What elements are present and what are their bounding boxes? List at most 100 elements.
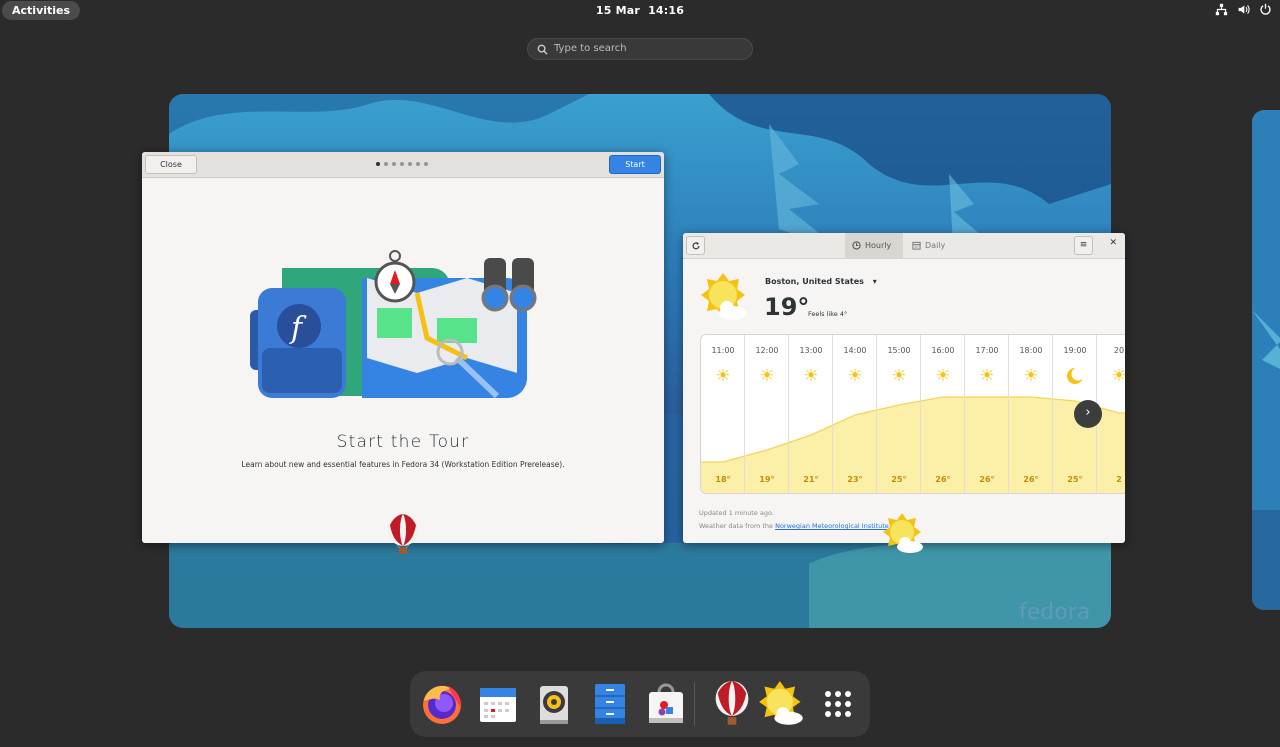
calendar-icon[interactable]: [474, 680, 522, 728]
sun-icon: ☀: [1097, 365, 1125, 387]
current-temperature: 19°: [764, 293, 810, 321]
firefox-icon[interactable]: [418, 680, 466, 728]
clock-icon: [852, 241, 861, 250]
tab-daily[interactable]: Daily: [905, 233, 963, 259]
hour-column: 15:00 ☀ 25°: [877, 335, 921, 493]
page-dot[interactable]: [384, 162, 388, 166]
clock[interactable]: 15 Mar 14:16: [0, 4, 1280, 17]
next-workspace-wallpaper: [1252, 110, 1280, 610]
hour-column: 12:00 ☀ 19°: [745, 335, 789, 493]
hour-temp: 25°: [891, 475, 907, 484]
system-menu[interactable]: [1215, 3, 1272, 16]
weather-headerbar: Hourly Daily ≡ ✕: [683, 233, 1125, 259]
software-icon[interactable]: [642, 680, 690, 728]
page-dot[interactable]: [392, 162, 396, 166]
moon-icon: [1053, 365, 1097, 391]
volume-icon: [1238, 5, 1250, 14]
sun-icon: ☀: [803, 366, 819, 386]
tour-balloon-icon[interactable]: [702, 680, 750, 728]
sun-icon: ☀: [935, 366, 951, 386]
top-bar: Activities 15 Mar 14:16: [0, 0, 1280, 22]
hour-time: 18:00: [1019, 346, 1043, 355]
close-button[interactable]: Close: [145, 155, 197, 174]
location-selector[interactable]: Boston, United States ▾: [765, 277, 877, 286]
hamburger-icon: ≡: [1079, 240, 1088, 250]
chevron-down-icon: ▾: [872, 277, 877, 286]
tour-title: Start the Tour: [336, 432, 470, 452]
sun-icon: ☀: [979, 366, 995, 386]
source-link[interactable]: Norwegian Meteorological Institute: [775, 522, 889, 530]
files-icon[interactable]: [586, 680, 634, 728]
next-workspace-thumbnail[interactable]: [1252, 110, 1280, 610]
forecast-next-button[interactable]: ›: [1074, 400, 1102, 428]
hour-column: 18:00 ☀ 26°: [1009, 335, 1053, 493]
source-prefix: Weather data from the: [699, 522, 774, 530]
app-grid-icon[interactable]: [814, 680, 862, 728]
feels-like: Feels like 4°: [808, 310, 848, 318]
source-attribution: Weather data from the Norwegian Meteorol…: [699, 522, 889, 530]
page-indicator: [376, 162, 428, 166]
search-placeholder: Type to search: [554, 43, 627, 54]
clock-date: 15 Mar: [595, 4, 641, 17]
page-dot[interactable]: [424, 162, 428, 166]
rhythmbox-icon[interactable]: [530, 680, 578, 728]
updated-text: Updated 1 minute ago.: [699, 509, 774, 517]
weather-app-icon: [883, 513, 923, 553]
tour-illustration: f: [250, 250, 537, 399]
dash-separator: [694, 682, 695, 726]
hour-time: 17:00: [975, 346, 999, 355]
sun-icon: ☀: [1023, 366, 1039, 386]
dash: [410, 671, 870, 737]
hour-temp: 26°: [1023, 475, 1039, 484]
hour-temp: 18°: [715, 475, 731, 484]
search-input[interactable]: Type to search: [527, 38, 753, 60]
weather-window[interactable]: Hourly Daily ≡ ✕ Boston, United States ▾…: [683, 233, 1125, 543]
close-window-button[interactable]: ✕: [1109, 238, 1117, 248]
hour-temp: 23°: [847, 475, 863, 484]
hour-time: 20: [1113, 346, 1125, 355]
calendar-icon: [912, 241, 921, 250]
hour-temp: 21°: [803, 475, 819, 484]
page-dot[interactable]: [376, 162, 380, 166]
page-dot[interactable]: [416, 162, 420, 166]
hour-time: 11:00: [711, 346, 735, 355]
hour-time: 16:00: [931, 346, 955, 355]
weather-condition-icon: [701, 273, 747, 320]
hour-time: 14:00: [843, 346, 867, 355]
tour-window[interactable]: Close Start f Start the Tour Learn about…: [142, 152, 664, 543]
hour-temp: 25°: [1067, 475, 1083, 484]
hour-column: 17:00 ☀ 26°: [965, 335, 1009, 493]
close-icon: ✕: [1109, 238, 1117, 248]
tab-hourly[interactable]: Hourly: [845, 233, 903, 259]
network-icon: [1215, 3, 1228, 16]
sun-icon: ☀: [715, 366, 731, 386]
refresh-button[interactable]: [686, 236, 705, 255]
hour-temp: 2: [1116, 475, 1122, 484]
sun-icon: ☀: [759, 366, 775, 386]
page-dot[interactable]: [408, 162, 412, 166]
hour-column: 11:00 ☀ 18°: [701, 335, 745, 493]
hour-time: 15:00: [887, 346, 911, 355]
hour-column: 16:00 ☀ 26°: [921, 335, 965, 493]
fedora-watermark: fedora: [1019, 600, 1090, 625]
page-dot[interactable]: [400, 162, 404, 166]
tab-hourly-label: Hourly: [865, 241, 892, 250]
hour-temp: 19°: [759, 475, 775, 484]
hourly-forecast[interactable]: 11:00 ☀ 18° 12:00 ☀ 19° 13:00 ☀ 21° 14:00 ☀ 23° …: [700, 334, 1125, 494]
refresh-icon: [692, 241, 700, 250]
search-icon: [537, 44, 548, 55]
clock-time: 14:16: [648, 4, 685, 17]
hour-time: 19:00: [1063, 346, 1087, 355]
hour-time: 13:00: [799, 346, 823, 355]
tab-daily-label: Daily: [925, 241, 946, 250]
weather-icon[interactable]: [758, 680, 806, 728]
hour-temp: 26°: [935, 475, 951, 484]
power-icon: [1260, 3, 1271, 15]
tour-headerbar: Close Start: [142, 152, 664, 178]
hour-column: 14:00 ☀ 23°: [833, 335, 877, 493]
menu-button[interactable]: ≡: [1074, 236, 1093, 255]
tour-balloon-icon: [388, 514, 418, 554]
hour-time: 12:00: [755, 346, 779, 355]
start-button[interactable]: Start: [609, 155, 661, 174]
chevron-right-icon: ›: [1085, 405, 1091, 420]
